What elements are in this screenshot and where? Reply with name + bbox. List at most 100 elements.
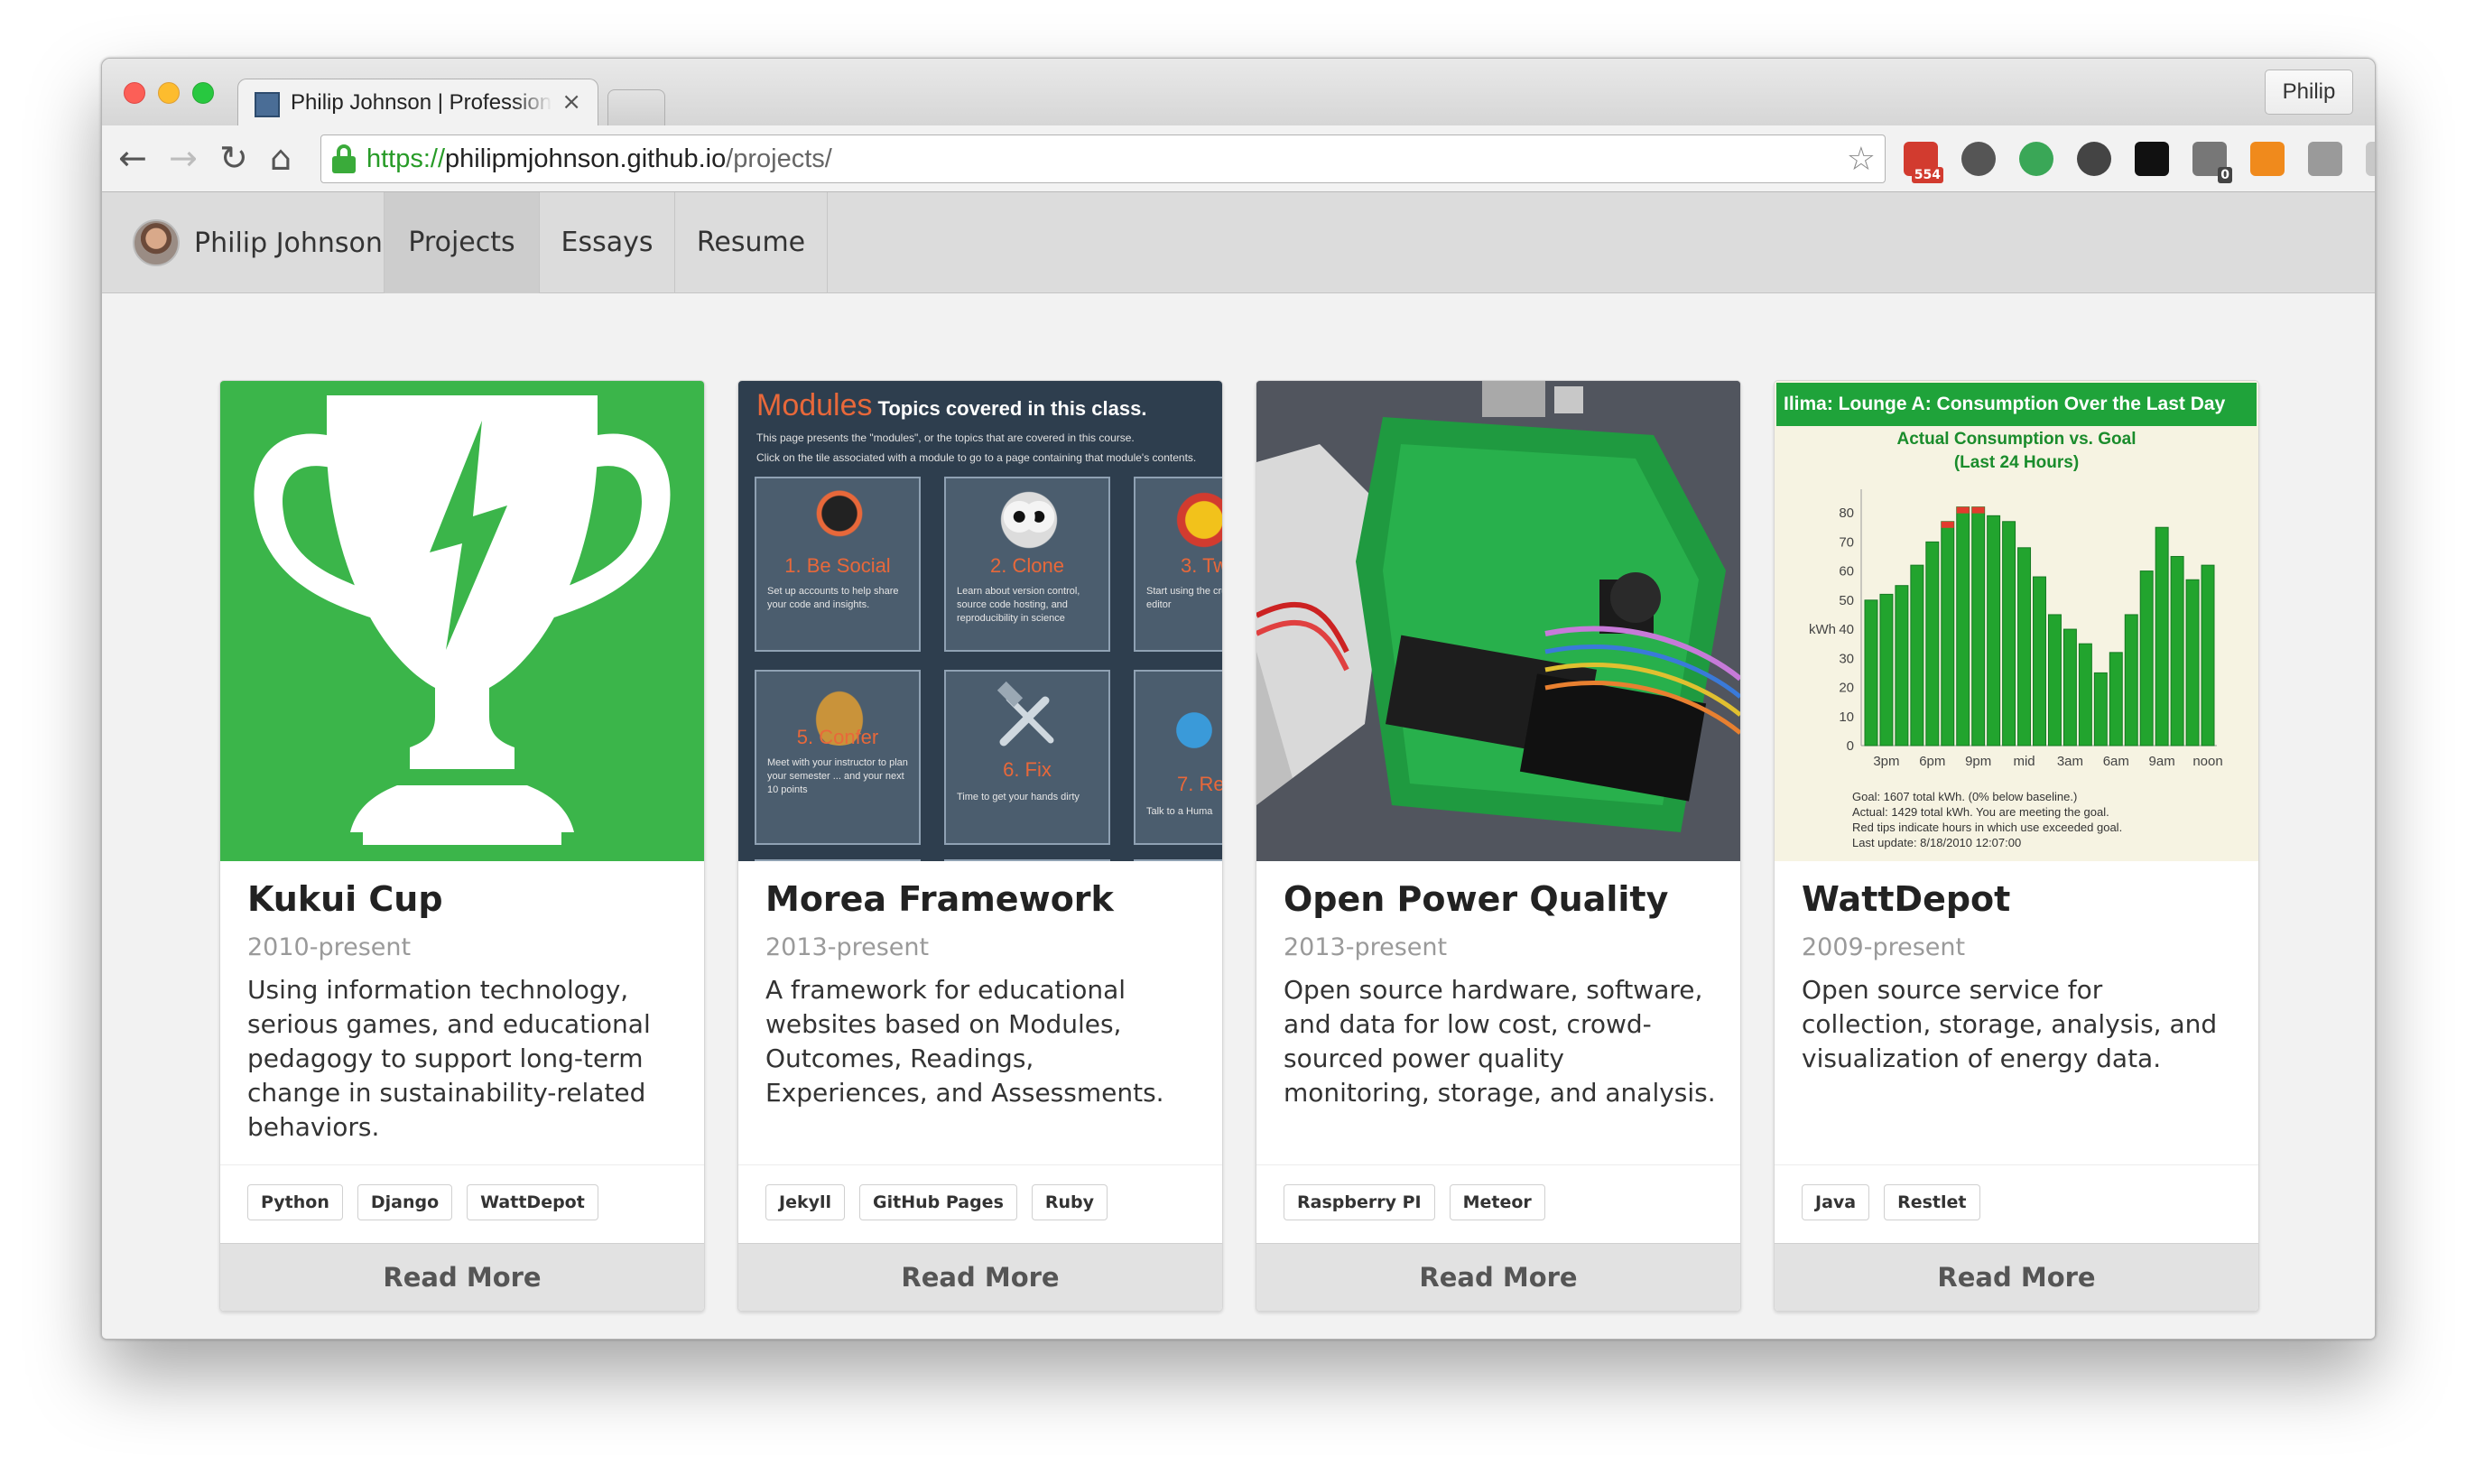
chart-notes: Goal: 1607 total kWh. (0% below baseline… <box>1852 789 2122 850</box>
tag-ruby[interactable]: Ruby <box>1031 1184 1108 1220</box>
module-label: 3. Tw <box>1181 554 1222 577</box>
ghostery-icon[interactable]: 0 <box>2192 142 2232 183</box>
exceeded-tip <box>1971 506 1985 514</box>
data-bar <box>1956 506 1970 747</box>
trophy-image[interactable] <box>220 381 704 861</box>
data-bar <box>2185 579 2200 747</box>
tag-github-pages[interactable]: GitHub Pages <box>859 1184 1017 1220</box>
read-more-button[interactable]: Read More <box>1256 1243 1740 1311</box>
card-years: 2009-present <box>1802 933 1966 961</box>
tag-wattdepot[interactable]: WattDepot <box>467 1184 598 1220</box>
tag-raspberry-pi[interactable]: Raspberry PI <box>1284 1184 1435 1220</box>
module-tile: 1. Be Social Set up accounts to help sha… <box>755 477 921 652</box>
divider <box>1775 1164 2258 1165</box>
circuit-board-image[interactable] <box>1256 381 1740 861</box>
y-tick-label: 80 <box>1839 505 1854 521</box>
y-tick-label: 10 <box>1839 710 1854 725</box>
wrench-hammer-icon <box>996 681 1054 747</box>
data-bar <box>1879 593 1894 747</box>
module-label: 1. Be Social <box>784 554 891 577</box>
url-host: philipmjohnson.github.io <box>445 144 727 173</box>
data-bar <box>2139 570 2154 747</box>
drive-icon[interactable] <box>2366 142 2375 176</box>
browser-tab[interactable]: Philip Johnson | Professional Portfolio … <box>237 79 598 127</box>
address-bar[interactable]: https://philipmjohnson.github.io/project… <box>320 134 1886 183</box>
nav-projects[interactable]: Projects <box>384 192 539 293</box>
module-label: 7. Rea <box>1177 773 1222 795</box>
module-label: 2. Clone <box>990 554 1064 577</box>
url-scheme: https:// <box>366 144 446 173</box>
tag-restlet[interactable]: Restlet <box>1884 1184 1980 1220</box>
nav-resume[interactable]: Resume <box>674 192 828 293</box>
camera-icon[interactable] <box>2308 142 2342 176</box>
module-label: 5. Confer <box>796 726 879 748</box>
module-tile <box>944 859 1110 861</box>
chart-note: Actual: 1429 total kWh. You are meeting … <box>1852 805 2109 819</box>
analytics-icon[interactable] <box>2250 142 2285 176</box>
maximize-window-button[interactable] <box>192 82 214 104</box>
divider <box>1256 1164 1740 1165</box>
brand-link[interactable]: Philip Johnson <box>133 216 383 270</box>
avatar <box>133 219 180 266</box>
module-tile: 5. Confer Meet with your instructor to p… <box>755 670 921 845</box>
read-more-button[interactable]: Read More <box>1775 1243 2258 1311</box>
nav-essays[interactable]: Essays <box>539 192 674 293</box>
module-tile: 7. Rea Talk to a Huma <box>1134 670 1222 845</box>
profile-button[interactable]: Philip <box>2265 70 2353 115</box>
read-more-button[interactable]: Read More <box>220 1243 704 1311</box>
home-icon[interactable]: ⌂ <box>270 138 292 178</box>
new-tab-button[interactable] <box>607 89 665 125</box>
consumption-chart-image[interactable]: Ilima: Lounge A: Consumption Over the La… <box>1775 381 2258 861</box>
jetbrains-icon[interactable] <box>2135 142 2169 176</box>
url-text: https://philipmjohnson.github.io/project… <box>366 144 832 174</box>
x-tick-label: noon <box>2192 754 2222 769</box>
data-bar <box>1987 515 2001 747</box>
back-arrow-icon[interactable]: ← <box>118 138 147 178</box>
module-text: Talk to a Huma <box>1146 806 1213 817</box>
tag-list: Java Restlet <box>1802 1184 1980 1220</box>
hangouts-icon[interactable] <box>2019 142 2053 176</box>
ext-badge-icon[interactable]: 554 <box>1904 142 1943 183</box>
y-tick-label: 50 <box>1839 593 1854 608</box>
module-tile: 3. Tw Start using the cruftiest comm edi… <box>1134 477 1222 652</box>
data-bar <box>1864 599 1878 747</box>
y-tick-label: 30 <box>1839 651 1854 666</box>
data-bar <box>1971 506 1986 747</box>
morea-heading: Modules Topics covered in this class. <box>756 388 1146 423</box>
module-text: Set up accounts to help share your code … <box>767 586 899 610</box>
minimize-window-button[interactable] <box>158 82 180 104</box>
tag-java[interactable]: Java <box>1802 1184 1870 1220</box>
favicon-icon <box>255 92 280 117</box>
tag-django[interactable]: Django <box>357 1184 453 1220</box>
read-more-button[interactable]: Read More <box>738 1243 1222 1311</box>
info-icon[interactable] <box>2077 142 2111 176</box>
card-years: 2010-present <box>247 933 412 961</box>
tag-jekyll[interactable]: Jekyll <box>765 1184 846 1220</box>
chart-note: Last update: 8/18/2010 12:07:00 <box>1852 836 2022 849</box>
divider <box>738 1164 1222 1165</box>
y-axis-label: kWh <box>1809 622 1836 637</box>
sync-icon[interactable] <box>1961 142 1996 176</box>
tag-list: Raspberry PI Meteor <box>1284 1184 1545 1220</box>
close-window-button[interactable] <box>124 82 145 104</box>
card-title: Kukui Cup <box>247 879 443 919</box>
card-description: A framework for educational websites bas… <box>765 975 1164 1108</box>
data-bar <box>2062 628 2077 747</box>
data-bar <box>2155 526 2169 747</box>
module-text: Meet with your instructor to plan your s… <box>767 757 908 795</box>
morea-modules-image[interactable]: Modules Topics covered in this class. Thi… <box>738 381 1222 861</box>
data-bar <box>2201 564 2215 747</box>
x-tick-label: mid <box>2013 754 2035 769</box>
forward-arrow-icon[interactable]: → <box>169 138 198 178</box>
tag-python[interactable]: Python <box>247 1184 343 1220</box>
tag-meteor[interactable]: Meteor <box>1449 1184 1545 1220</box>
data-bar <box>2170 555 2184 747</box>
data-bar <box>1925 541 1940 747</box>
data-bar <box>2002 521 2016 747</box>
vim-icon <box>1172 487 1222 552</box>
bookmark-star-icon[interactable]: ☆ <box>1847 141 1876 178</box>
close-tab-icon[interactable]: × <box>561 88 581 116</box>
morea-intro-line: This page presents the "modules", or the… <box>756 431 1135 444</box>
y-tick-label: 20 <box>1839 681 1854 696</box>
reload-icon[interactable]: ↻ <box>219 138 248 178</box>
